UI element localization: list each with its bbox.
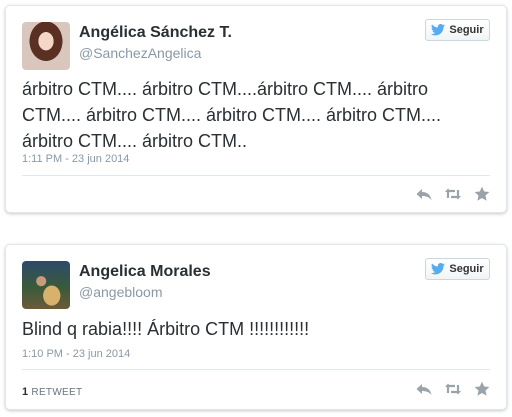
favorite-icon[interactable] xyxy=(474,186,490,202)
reply-icon[interactable] xyxy=(416,381,432,397)
retweet-count[interactable]: 1 RETWEET xyxy=(22,386,82,398)
author-handle[interactable]: @SanchezAngelica xyxy=(79,45,201,61)
retweet-count-number: 1 xyxy=(22,386,29,398)
twitter-bird-icon xyxy=(431,263,446,275)
favorite-icon[interactable] xyxy=(474,381,490,397)
timestamp-link[interactable]: 1:10 PM - 23 jun 2014 xyxy=(22,348,130,360)
twitter-bird-icon xyxy=(431,24,446,36)
avatar[interactable] xyxy=(22,22,70,70)
tweet-card: Angelica Morales @angebloom Seguir Blind… xyxy=(5,244,507,410)
author-name[interactable]: Angelica Morales xyxy=(79,263,211,281)
reply-icon[interactable] xyxy=(416,186,432,202)
follow-button[interactable]: Seguir xyxy=(425,258,490,280)
tweet-text: Blind q rabia!!!! Árbitro CTM !!!!!!!!!!… xyxy=(22,319,310,339)
divider xyxy=(22,369,490,370)
timestamp-link[interactable]: 1:11 PM - 23 jun 2014 xyxy=(22,153,129,165)
divider xyxy=(22,175,490,176)
follow-label: Seguir xyxy=(449,24,484,36)
tweet-text: árbitro CTM.... árbitro CTM....árbitro C… xyxy=(22,79,442,151)
author-name[interactable]: Angélica Sánchez T. xyxy=(79,24,232,42)
tweet-card: Angélica Sánchez T. @SanchezAngelica Seg… xyxy=(5,5,507,213)
retweet-icon[interactable] xyxy=(445,186,461,202)
retweet-icon[interactable] xyxy=(445,381,461,397)
follow-button[interactable]: Seguir xyxy=(425,19,490,41)
author-handle[interactable]: @angebloom xyxy=(79,284,163,300)
avatar[interactable] xyxy=(22,261,70,309)
tweet-actions xyxy=(416,186,490,202)
follow-label: Seguir xyxy=(449,263,484,275)
retweet-count-label: RETWEET xyxy=(31,387,83,398)
tweet-actions xyxy=(416,381,490,397)
